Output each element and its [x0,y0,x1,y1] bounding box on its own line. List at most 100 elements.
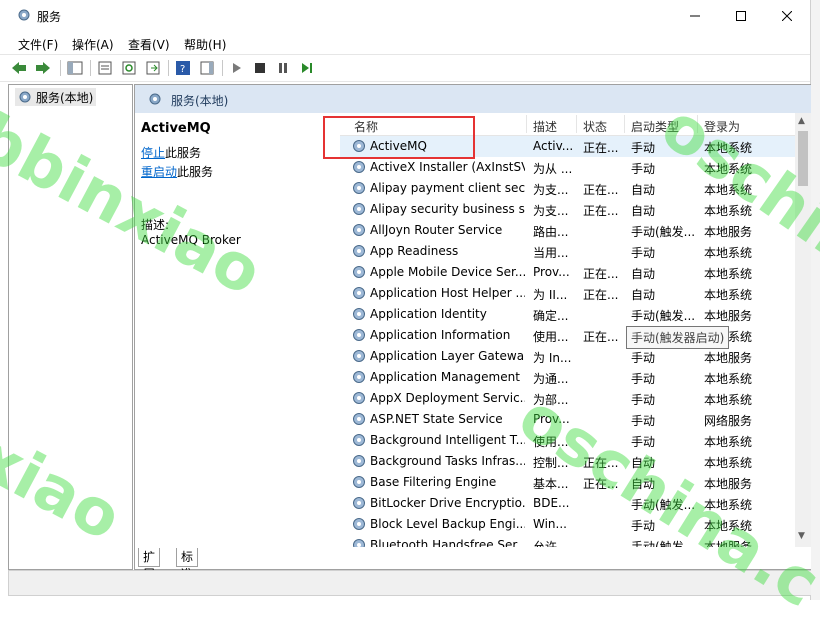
column-divider[interactable] [526,115,527,133]
table-row[interactable]: Application Host Helper ... 为 II... 正在... 自… [340,283,795,304]
column-header-startup-type[interactable]: 启动类型 [631,118,679,135]
table-row[interactable]: App Readiness 当用... 手动 本地系统 [340,241,795,262]
show-hide-action-pane-icon[interactable] [198,59,216,77]
description-label: 描述: [141,218,170,232]
table-row[interactable]: Application Management 为通... 手动 本地系统 [340,367,795,388]
service-log-on-as: 本地服务 [704,351,753,365]
service-name: AppX Deployment Servic... [370,391,525,405]
table-row[interactable]: Alipay security business s... 为支... 正在... 自… [340,199,795,220]
service-name: Block Level Backup Engi... [370,517,525,531]
service-name: Alipay security business s... [370,202,525,216]
table-row[interactable]: ActiveX Installer (AxInstSV) 为从 ... 手动 本地系统 [340,157,795,178]
table-row[interactable]: Background Intelligent T... 使用... 手动 本地系统 [340,430,795,451]
stop-service-icon[interactable] [251,59,269,77]
back-arrow-icon[interactable] [10,59,28,77]
table-row[interactable]: AppX Deployment Servic... 为部... 手动 本地系统 [340,388,795,409]
title-bar: 服务 [0,0,810,32]
column-header-status[interactable]: 状态 [583,118,607,135]
service-name: Apple Mobile Device Ser... [370,265,525,279]
service-name: Background Intelligent T... [370,433,525,447]
tab-extended[interactable]: 扩展 [138,548,161,581]
service-gear-icon [353,350,365,362]
toolbar: ? [0,54,810,82]
column-header-log-on-as[interactable]: 登录为 [704,118,740,135]
service-log-on-as: 本地服务 [704,540,753,547]
help-icon[interactable]: ? [174,59,192,77]
service-description: Prov... [533,265,570,279]
scroll-down-arrow-icon[interactable]: ▼ [798,531,805,541]
service-startup-type: 手动 [631,246,656,260]
table-row[interactable]: Apple Mobile Device Ser... Prov... 正在... 自动… [340,262,795,283]
toolbar-separator [90,60,91,76]
maximize-button[interactable] [718,0,764,32]
service-startup-type: 手动 [631,372,656,386]
service-log-on-as: 本地系统 [704,456,753,470]
service-status: 正在... [583,288,619,302]
menu-help[interactable]: 帮助(H) [184,36,226,53]
service-log-on-as: 本地系统 [704,246,753,260]
service-description: 允许... [533,540,569,547]
service-gear-icon [353,476,365,488]
table-row[interactable]: Alipay payment client sec... 为支... 正在... 自动… [340,178,795,199]
table-row[interactable]: ASP.NET State Service Prov... 手动 网络服务 [340,409,795,430]
service-log-on-as: 本地系统 [704,183,753,197]
properties-icon[interactable] [96,59,114,77]
restart-service-link[interactable]: 重启动 [141,165,177,179]
table-row[interactable]: AllJoyn Router Service 路由... 手动(触发... 本地服务 [340,220,795,241]
tab-standard[interactable]: 标准 [176,548,199,581]
table-row[interactable]: Background Tasks Infras... 控制... 正在... 自动 本地… [340,451,795,472]
scroll-up-arrow-icon[interactable]: ▲ [798,116,805,126]
tree-node-services-local[interactable]: 服务(本地) [15,88,97,106]
service-gear-icon [353,203,365,215]
menu-view[interactable]: 查看(V) [128,36,170,53]
service-status: 正在... [583,141,619,155]
service-log-on-as: 本地系统 [704,267,753,281]
column-divider[interactable] [697,115,698,133]
start-service-icon[interactable] [228,59,246,77]
column-header-description[interactable]: 描述 [533,118,557,135]
service-log-on-as: 本地系统 [704,141,753,155]
menu-file[interactable]: 文件(F) [18,36,58,53]
vertical-scrollbar[interactable]: ▲ ▼ [795,113,811,547]
service-log-on-as: 本地系统 [704,393,753,407]
highlight-box [323,116,475,159]
service-startup-type: 手动(触发... [631,540,696,547]
description-value: ActiveMQ Broker [141,233,241,247]
column-divider[interactable] [576,115,577,133]
service-gear-icon [353,287,365,299]
service-description: 为 In... [533,351,572,365]
console-tree: 服务(本地) [8,84,133,570]
service-gear-icon [353,245,365,257]
service-description: 为支... [533,183,569,197]
table-row[interactable]: Base Filtering Engine 基本... 正在... 自动 本地服务 [340,472,795,493]
restart-service-line: 重启动此服务 [141,163,331,180]
pane-header-title: 服务(本地) [171,94,229,108]
menu-action[interactable]: 操作(A) [72,36,114,53]
service-log-on-as: 本地系统 [704,204,753,218]
forward-arrow-icon[interactable] [34,59,52,77]
scrollbar-thumb[interactable] [798,131,808,186]
export-list-icon[interactable] [144,59,162,77]
service-description: 为支... [533,204,569,218]
table-row[interactable]: BitLocker Drive Encryptio... BDE... 手动(触发.… [340,493,795,514]
service-startup-type: 手动 [631,162,656,176]
pause-service-icon[interactable] [274,59,292,77]
column-divider[interactable] [624,115,625,133]
service-status: 正在... [583,267,619,281]
table-row[interactable]: Bluetooth Handsfree Ser... 允许... 手动(触发... 本… [340,535,795,547]
minimize-button[interactable] [672,0,718,32]
restart-service-icon[interactable] [298,59,316,77]
table-row[interactable]: Block Level Backup Engi... Win... 手动 本地系统 [340,514,795,535]
service-status: 正在... [583,204,619,218]
table-row[interactable]: Application Layer Gatewa... 为 In... 手动 本地服务 [340,346,795,367]
close-button[interactable] [764,0,810,32]
refresh-icon[interactable] [120,59,138,77]
tree-node-label: 服务(本地) [36,90,94,105]
service-description: 确定... [533,309,569,323]
stop-service-link[interactable]: 停止 [141,146,165,160]
console-tree-icon[interactable] [66,59,84,77]
services-window: 服务 文件(F) 操作(A) 查看(V) 帮助(H) ? 服务(本地) 服务(本… [0,0,812,600]
service-description: Prov... [533,412,570,426]
table-row[interactable]: Application Identity 确定... 手动(触发... 本地服务 [340,304,795,325]
service-gear-icon [353,455,365,467]
